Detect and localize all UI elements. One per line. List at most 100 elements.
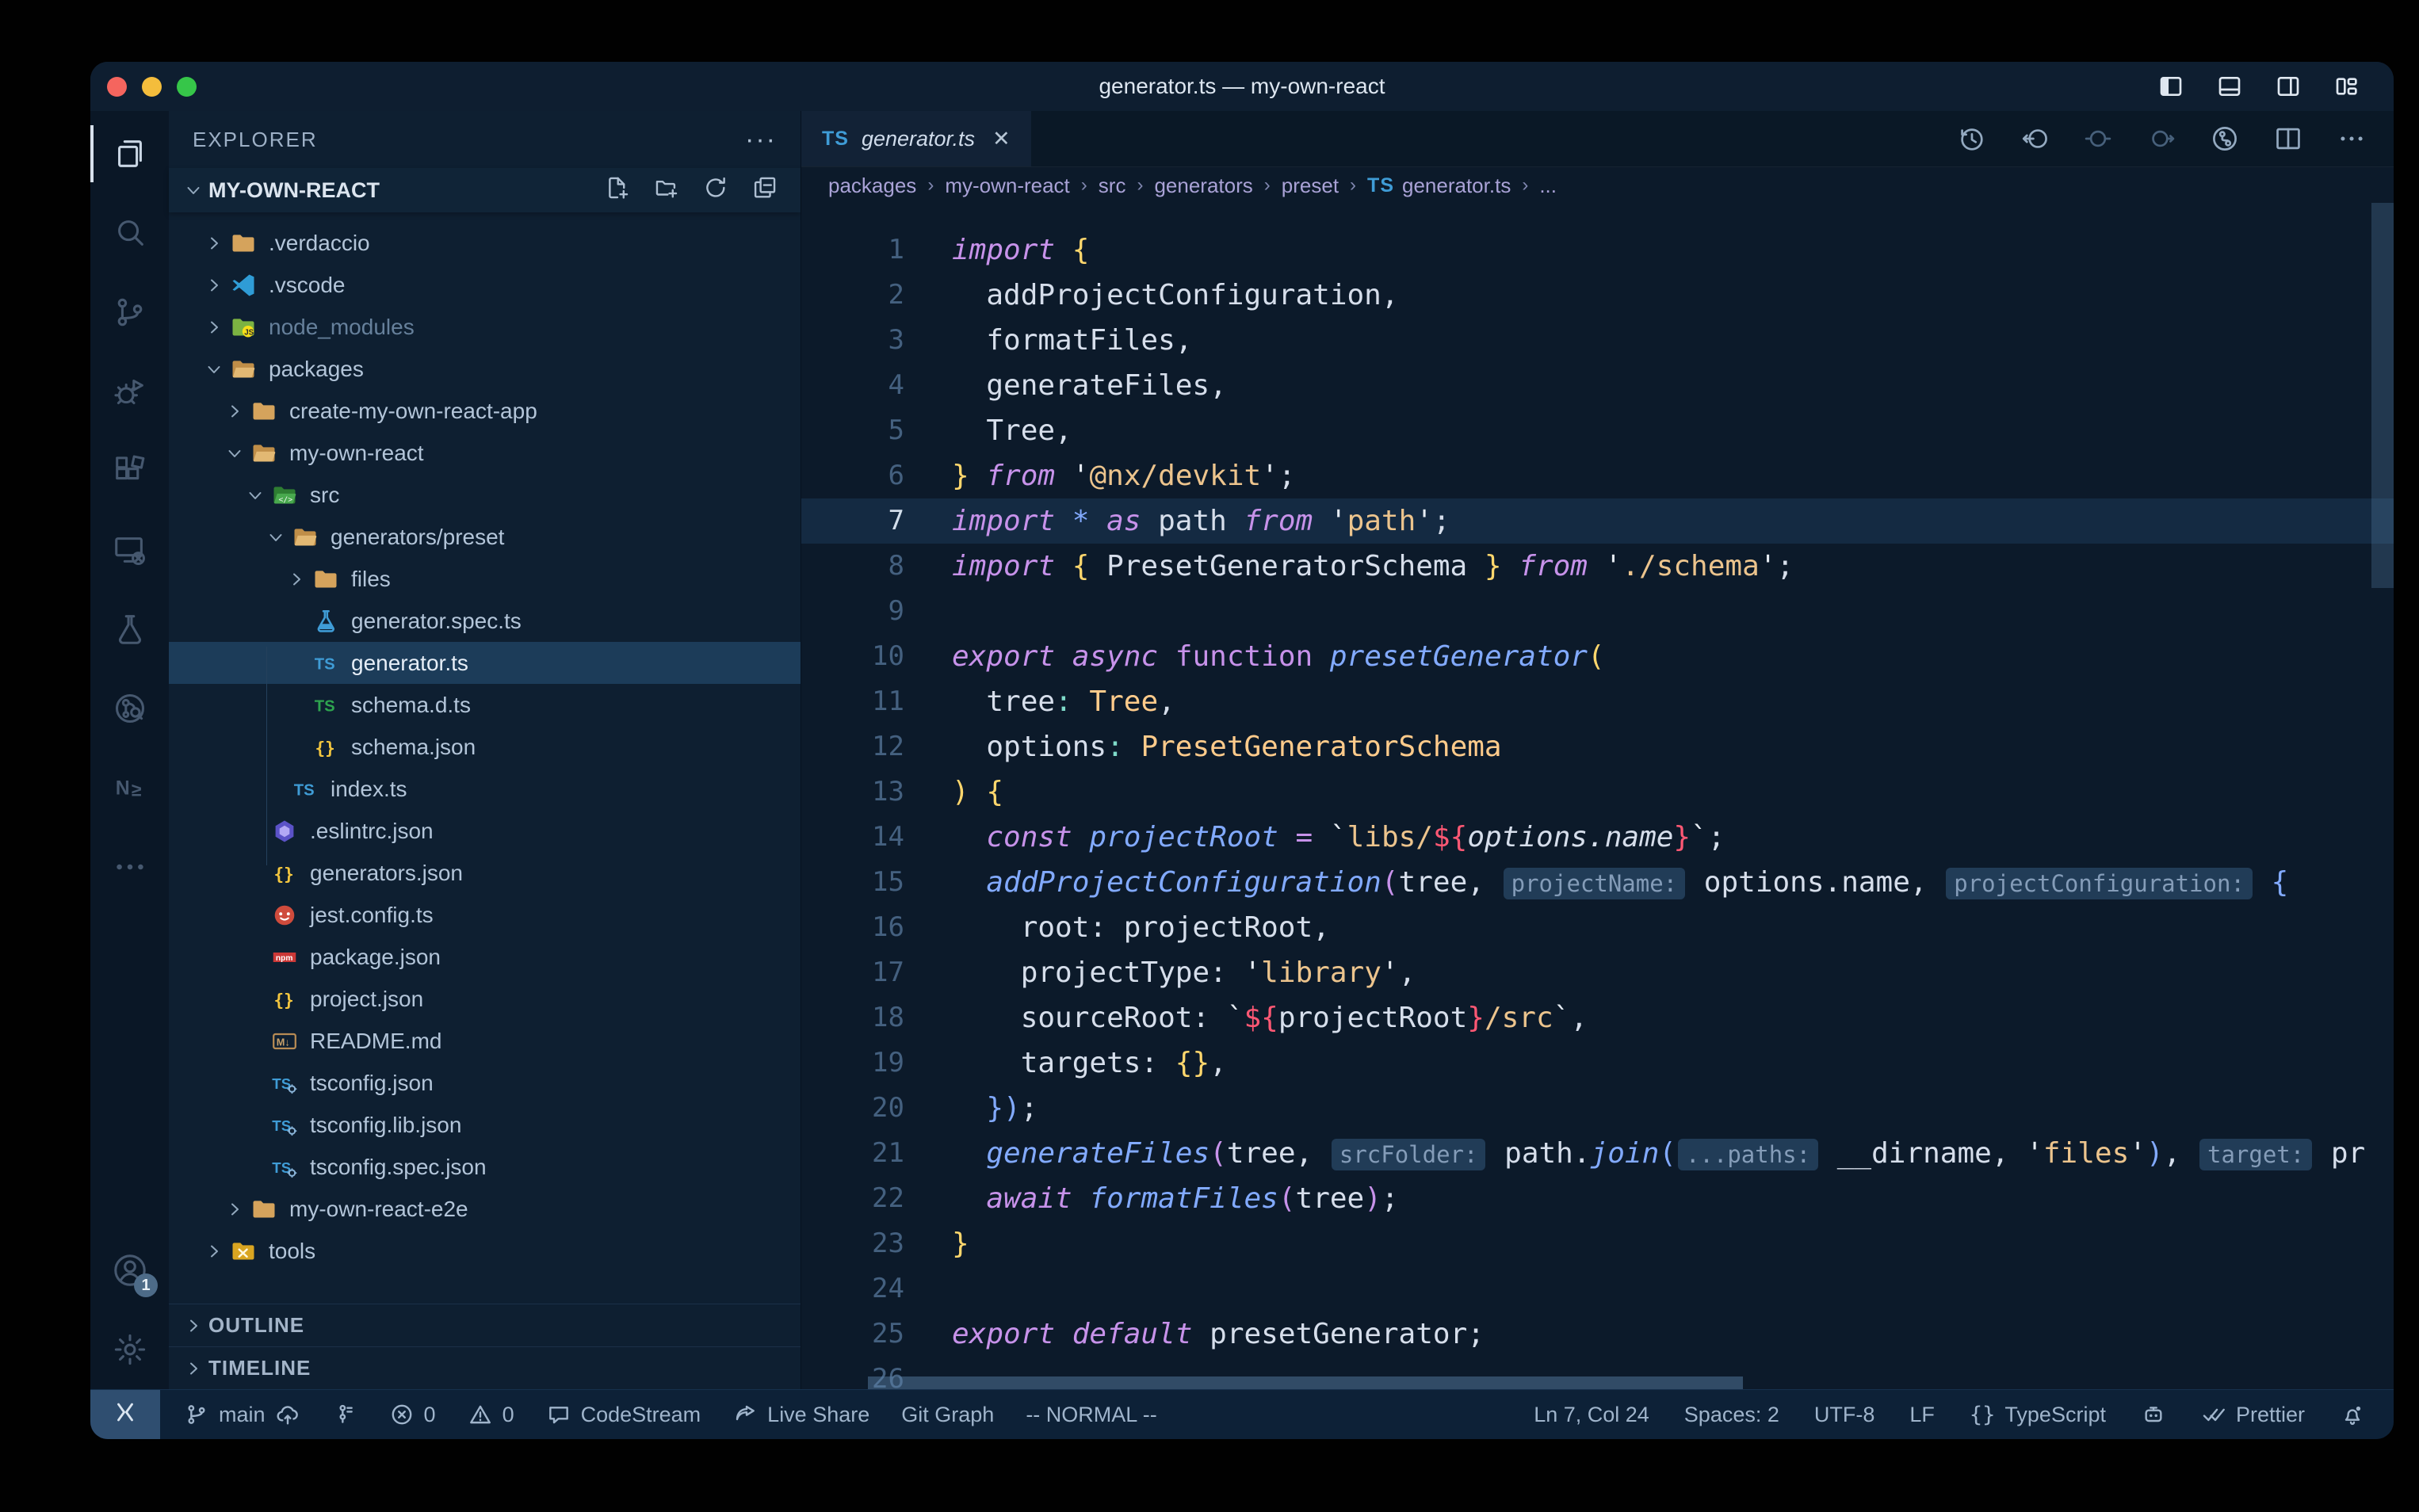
- split-editor-icon[interactable]: [2273, 124, 2303, 154]
- status-commits[interactable]: [332, 1402, 357, 1427]
- vertical-scrollbar[interactable]: [2371, 203, 2394, 588]
- horizontal-scrollbar[interactable]: [868, 1376, 1743, 1389]
- tree-item-label: files: [351, 567, 391, 592]
- status-encoding[interactable]: UTF-8: [1814, 1403, 1875, 1427]
- line-number: 5: [801, 408, 904, 453]
- activity-testing-icon[interactable]: [90, 590, 169, 669]
- tree-item-label: generator.spec.ts: [351, 609, 522, 634]
- code-editor[interactable]: 1import {2 addProjectConfiguration,3 for…: [801, 204, 2394, 1389]
- status-copilot[interactable]: [2141, 1402, 2166, 1427]
- tree-item-generator-ts[interactable]: TSgenerator.ts: [169, 642, 801, 684]
- tree-item-generators-preset[interactable]: generators/preset: [169, 516, 801, 558]
- activity-run-debug-icon[interactable]: [90, 352, 169, 431]
- status-language-mode[interactable]: {}TypeScript: [1970, 1403, 2106, 1427]
- breadcrumb-item-[interactable]: ...: [1539, 174, 1557, 198]
- tree-item-readme-md[interactable]: M↓README.md: [169, 1020, 801, 1062]
- open-timeline-icon[interactable]: [1956, 124, 1986, 154]
- status-git-graph[interactable]: Git Graph: [901, 1403, 994, 1427]
- tree-item-index-ts[interactable]: TSindex.ts: [169, 768, 801, 810]
- tree-item-generators-json[interactable]: {}generators.json: [169, 852, 801, 894]
- tree-item-schema-json[interactable]: {}schema.json: [169, 726, 801, 768]
- tree-item-files[interactable]: files: [169, 558, 801, 600]
- status-cursor-position[interactable]: Ln 7, Col 24: [1534, 1403, 1649, 1427]
- svg-text:TS: TS: [315, 655, 335, 673]
- tree-item-packages[interactable]: packages: [169, 348, 801, 390]
- tree-item-my-own-react-e2e[interactable]: my-own-react-e2e: [169, 1188, 801, 1230]
- breadcrumb-item-generators[interactable]: generators: [1154, 174, 1252, 198]
- status-git-branch[interactable]: main: [184, 1402, 300, 1427]
- activity-settings-icon[interactable]: [90, 1310, 169, 1389]
- code-line-12: 12 options: PresetGeneratorSchema: [801, 724, 2394, 769]
- workspace-section-header[interactable]: MY-OWN-REACT: [169, 168, 801, 212]
- toggle-primary-sidebar-icon[interactable]: [2156, 74, 2186, 99]
- close-tab-icon[interactable]: ✕: [992, 127, 1011, 151]
- breadcrumb-item-generator-ts[interactable]: TSgenerator.ts: [1367, 174, 1511, 198]
- panel-outline[interactable]: OUTLINE: [169, 1304, 801, 1346]
- tree-item-package-json[interactable]: npmpackage.json: [169, 936, 801, 978]
- tab-generator-ts[interactable]: TS generator.ts ✕: [801, 111, 1031, 166]
- git-branch-overview-icon[interactable]: [2210, 124, 2240, 154]
- activity-source-control-icon[interactable]: [90, 273, 169, 352]
- status-codestream[interactable]: CodeStream: [546, 1402, 701, 1427]
- line-number: 12: [801, 724, 904, 769]
- activity-accounts-icon[interactable]: 1: [90, 1231, 169, 1310]
- refresh-explorer-icon[interactable]: [702, 174, 729, 207]
- collapse-folders-icon[interactable]: [751, 174, 778, 207]
- tree-item-verdaccio[interactable]: .verdaccio: [169, 222, 801, 264]
- tree-item-vscode[interactable]: .vscode: [169, 264, 801, 306]
- status-label: Prettier: [2236, 1403, 2305, 1427]
- code-line-22: 22 await formatFiles(tree);: [801, 1176, 2394, 1221]
- remote-indicator[interactable]: [90, 1390, 160, 1439]
- line-content: root: projectRoot,: [904, 905, 1330, 950]
- tree-item-tsconfig-spec-json[interactable]: TStsconfig.spec.json: [169, 1146, 801, 1188]
- status-live-share[interactable]: Live Share: [732, 1402, 869, 1427]
- tree-item-label: schema.json: [351, 735, 476, 760]
- tree-item-tsconfig-json[interactable]: TStsconfig.json: [169, 1062, 801, 1104]
- line-content: generateFiles,: [904, 363, 1227, 408]
- remote-icon: [112, 1399, 139, 1431]
- tree-item-tsconfig-lib-json[interactable]: TStsconfig.lib.json: [169, 1104, 801, 1146]
- tree-item-project-json[interactable]: {}project.json: [169, 978, 801, 1020]
- code-line-19: 19 targets: {},: [801, 1040, 2394, 1086]
- panel-timeline[interactable]: TIMELINE: [169, 1346, 801, 1389]
- status-prettier[interactable]: Prettier: [2201, 1402, 2305, 1427]
- activity-extensions-icon[interactable]: [90, 431, 169, 510]
- toggle-panel-icon[interactable]: [2215, 74, 2245, 99]
- tree-item-node-modules[interactable]: JSnode_modules: [169, 306, 801, 348]
- status-indentation[interactable]: Spaces: 2: [1684, 1403, 1779, 1427]
- new-folder-icon[interactable]: [653, 174, 680, 207]
- tree-item-schema-d-ts[interactable]: TSschema.d.ts: [169, 684, 801, 726]
- tree-item-my-own-react[interactable]: my-own-react: [169, 432, 801, 474]
- sidebar-more-icon[interactable]: ···: [745, 124, 777, 155]
- status-vim-mode[interactable]: -- NORMAL --: [1026, 1403, 1156, 1427]
- bell-icon: [2340, 1402, 2365, 1427]
- activity-remote-explorer-icon[interactable]: [90, 510, 169, 590]
- breadcrumb-item-src[interactable]: src: [1099, 174, 1126, 198]
- breadcrumb-item-my-own-react[interactable]: my-own-react: [945, 174, 1069, 198]
- activity-explorer-icon[interactable]: [90, 114, 169, 193]
- activity-git-graph-icon[interactable]: [90, 669, 169, 748]
- tree-item-generator-spec-ts[interactable]: generator.spec.ts: [169, 600, 801, 642]
- status-label: -- NORMAL --: [1026, 1403, 1156, 1427]
- navigate-back-icon[interactable]: [2020, 124, 2050, 154]
- status-notifications[interactable]: [2340, 1402, 2365, 1427]
- status-eol[interactable]: LF: [1909, 1403, 1935, 1427]
- tree-item-eslintrc-json[interactable]: .eslintrc.json: [169, 810, 801, 852]
- status-warnings[interactable]: 0: [468, 1402, 514, 1427]
- tree-item-create-my-own-react-app[interactable]: create-my-own-react-app: [169, 390, 801, 432]
- breadcrumb-item-preset[interactable]: preset: [1282, 174, 1339, 198]
- tree-item-src[interactable]: </>src: [169, 474, 801, 516]
- toggle-secondary-sidebar-icon[interactable]: [2273, 74, 2303, 99]
- activity-search-icon[interactable]: [90, 193, 169, 273]
- tree-item-tools[interactable]: tools: [169, 1230, 801, 1272]
- breadcrumb-item-packages[interactable]: packages: [828, 174, 916, 198]
- customize-layout-icon[interactable]: [2332, 74, 2362, 99]
- activity-nx-console-icon[interactable]: N≥: [90, 748, 169, 827]
- error-icon: [389, 1402, 415, 1427]
- more-actions-icon[interactable]: [2337, 124, 2367, 154]
- status-errors[interactable]: 0: [389, 1402, 436, 1427]
- line-content: addProjectConfiguration,: [904, 273, 1399, 318]
- activity-more-icon[interactable]: [90, 827, 169, 907]
- new-file-icon[interactable]: [604, 174, 631, 207]
- tree-item-jest-config-ts[interactable]: jest.config.ts: [169, 894, 801, 936]
